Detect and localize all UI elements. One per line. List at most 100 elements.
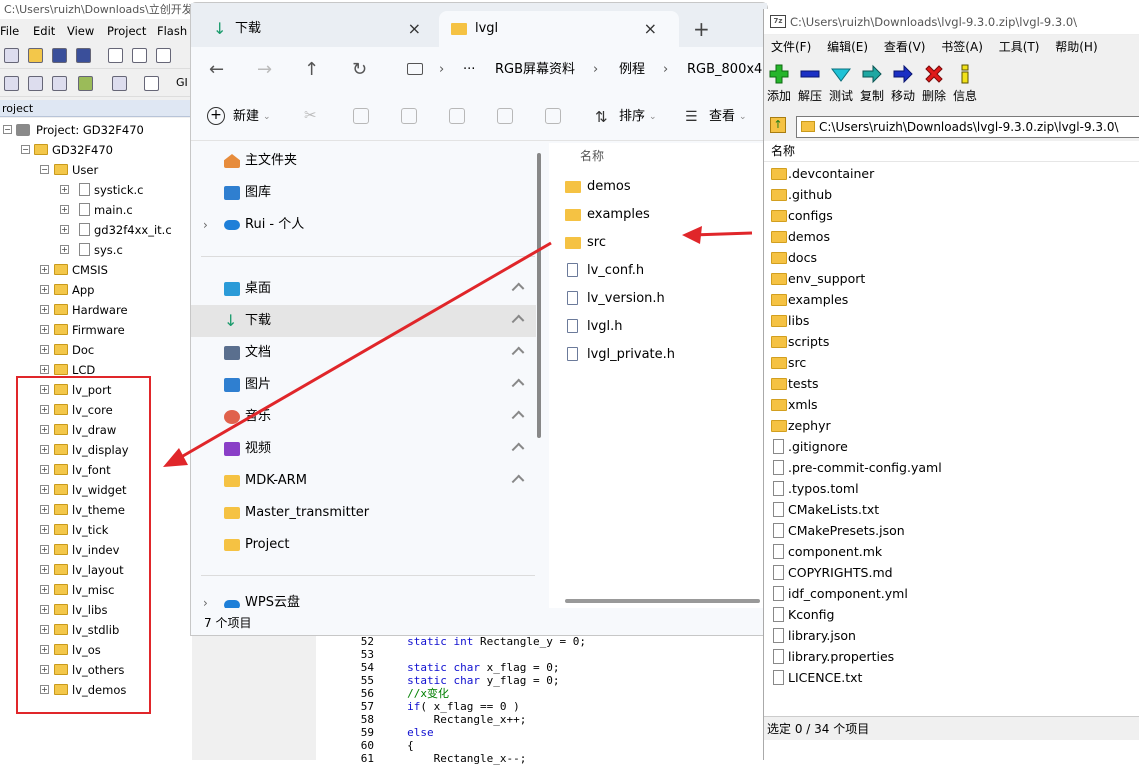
nav-item-wps[interactable]: › WPS云盘 — [191, 591, 536, 608]
tree-file[interactable]: + sys.c — [0, 240, 123, 260]
expand-icon[interactable]: + — [60, 225, 69, 234]
tree-file[interactable]: + main.c — [0, 200, 133, 220]
archive-item[interactable]: configs — [764, 205, 1139, 226]
file-item[interactable]: lvgl_private.h — [565, 341, 675, 369]
view-button[interactable]: 查看 — [709, 108, 735, 126]
expand-icon[interactable]: + — [60, 185, 69, 194]
rename-icon[interactable] — [449, 108, 465, 124]
archive-item[interactable]: LICENCE.txt — [764, 667, 1139, 688]
archive-item[interactable]: Kconfig — [764, 604, 1139, 625]
pin-icon[interactable] — [511, 378, 525, 392]
pin-icon[interactable] — [511, 410, 525, 424]
save-icon[interactable] — [52, 48, 67, 63]
pin-icon[interactable] — [511, 282, 525, 296]
tree-file[interactable]: + systick.c — [0, 180, 143, 200]
menu-flash[interactable]: Flash — [157, 19, 187, 43]
code-line[interactable]: 60 { — [316, 739, 414, 752]
up-arrow-icon[interactable]: ↑ — [304, 59, 319, 80]
archive-item[interactable]: CMakeLists.txt — [764, 499, 1139, 520]
tree-target[interactable]: − GD32F470 — [0, 140, 113, 160]
options-icon[interactable] — [112, 76, 127, 91]
archive-item[interactable]: env_support — [764, 268, 1139, 289]
tree-group[interactable]: + Doc — [0, 340, 94, 360]
nav-scrollbar[interactable] — [537, 153, 541, 438]
menu-help[interactable]: 帮助(H) — [1055, 40, 1097, 54]
open-folder-icon[interactable] — [28, 48, 43, 63]
nav-item-pictures[interactable]: 图片 — [191, 369, 536, 401]
nav-item-videos[interactable]: 视频 — [191, 433, 536, 465]
menu-view[interactable]: 查看(V) — [884, 40, 926, 54]
sort-button[interactable]: 排序 — [619, 108, 645, 126]
tab-downloads[interactable]: ↓ 下载 × — [199, 11, 439, 47]
archive-item[interactable]: library.json — [764, 625, 1139, 646]
cut-icon[interactable]: ✂ — [304, 108, 320, 124]
tree-group[interactable]: + App — [0, 280, 94, 300]
archive-item[interactable]: CMakePresets.json — [764, 520, 1139, 541]
pin-icon[interactable] — [511, 474, 525, 488]
code-line[interactable]: 58 Rectangle_x++; — [316, 713, 527, 726]
paste-icon[interactable] — [401, 108, 417, 124]
code-line[interactable]: 59 else — [316, 726, 434, 739]
archive-item[interactable]: library.properties — [764, 646, 1139, 667]
expand-icon[interactable]: + — [60, 205, 69, 214]
nav-item-music[interactable]: 音乐 — [191, 401, 536, 433]
breadcrumb-item[interactable]: RGB屏幕资料 — [495, 53, 575, 87]
archive-item[interactable]: scripts — [764, 331, 1139, 352]
collapse-icon[interactable]: − — [3, 125, 12, 134]
file-item[interactable]: examples — [565, 201, 650, 229]
nav-item-documents[interactable]: 文档 — [191, 337, 536, 369]
archive-item[interactable]: demos — [764, 226, 1139, 247]
tree-group-user[interactable]: − User — [0, 160, 98, 180]
load-icon[interactable] — [144, 76, 159, 91]
nav-item-folder[interactable]: MDK-ARM — [191, 465, 536, 497]
expand-icon[interactable]: + — [60, 245, 69, 254]
save-all-icon[interactable] — [76, 48, 91, 63]
target-icon[interactable] — [78, 76, 93, 91]
archive-item[interactable]: examples — [764, 289, 1139, 310]
tree-group[interactable]: + Firmware — [0, 320, 125, 340]
expand-icon[interactable]: + — [40, 365, 49, 374]
chevron-right-icon[interactable]: › — [203, 209, 208, 241]
info-button[interactable]: 信息 — [947, 63, 983, 104]
collapse-icon[interactable]: − — [40, 165, 49, 174]
pin-icon[interactable] — [511, 346, 525, 360]
archive-item[interactable]: .devcontainer — [764, 163, 1139, 184]
menu-view[interactable]: View — [67, 19, 94, 43]
archive-item[interactable]: zephyr — [764, 415, 1139, 436]
archive-item[interactable]: docs — [764, 247, 1139, 268]
refresh-icon[interactable]: ↻ — [352, 59, 367, 80]
nav-item-downloads[interactable]: ↓ 下载 — [191, 305, 536, 337]
archive-item[interactable]: xmls — [764, 394, 1139, 415]
breadcrumb[interactable]: › ··· RGB屏幕资料 › 例程 › RGB_800x48 — [393, 53, 773, 87]
archive-item[interactable]: .typos.toml — [764, 478, 1139, 499]
file-list-scrollbar[interactable] — [565, 599, 760, 603]
nav-item-gallery[interactable]: 图库 — [191, 177, 536, 209]
build-icon[interactable] — [4, 76, 19, 91]
pin-icon[interactable] — [511, 314, 525, 328]
nav-item-home[interactable]: 主文件夹 — [191, 145, 536, 177]
archive-item[interactable]: COPYRIGHTS.md — [764, 562, 1139, 583]
file-item[interactable]: lvgl.h — [565, 313, 623, 341]
column-header-name[interactable]: 名称 — [580, 147, 604, 164]
expand-icon[interactable]: + — [40, 265, 49, 274]
copy-icon[interactable] — [353, 108, 369, 124]
expand-icon[interactable]: + — [40, 285, 49, 294]
code-line[interactable]: 55 static char y_flag = 0; — [316, 674, 560, 687]
share-icon[interactable] — [497, 108, 513, 124]
code-line[interactable]: 56 //x变化 — [316, 687, 449, 700]
expand-icon[interactable]: + — [40, 305, 49, 314]
nav-item-desktop[interactable]: 桌面 — [191, 273, 536, 305]
archive-item[interactable]: src — [764, 352, 1139, 373]
file-item[interactable]: lv_version.h — [565, 285, 665, 313]
new-tab-button[interactable]: + — [693, 17, 710, 41]
archive-item[interactable]: tests — [764, 373, 1139, 394]
menu-file[interactable]: File — [0, 19, 19, 43]
file-item[interactable]: demos — [565, 173, 631, 201]
nav-item-folder[interactable]: Project — [191, 529, 536, 561]
code-line[interactable]: 52 static int Rectangle_y = 0; — [316, 635, 586, 648]
archive-item[interactable]: idf_component.yml — [764, 583, 1139, 604]
menu-tools[interactable]: 工具(T) — [999, 40, 1040, 54]
tree-file[interactable]: + gd32f4xx_it.c — [0, 220, 172, 240]
tree-group[interactable]: + Hardware — [0, 300, 128, 320]
file-item[interactable]: lv_conf.h — [565, 257, 644, 285]
